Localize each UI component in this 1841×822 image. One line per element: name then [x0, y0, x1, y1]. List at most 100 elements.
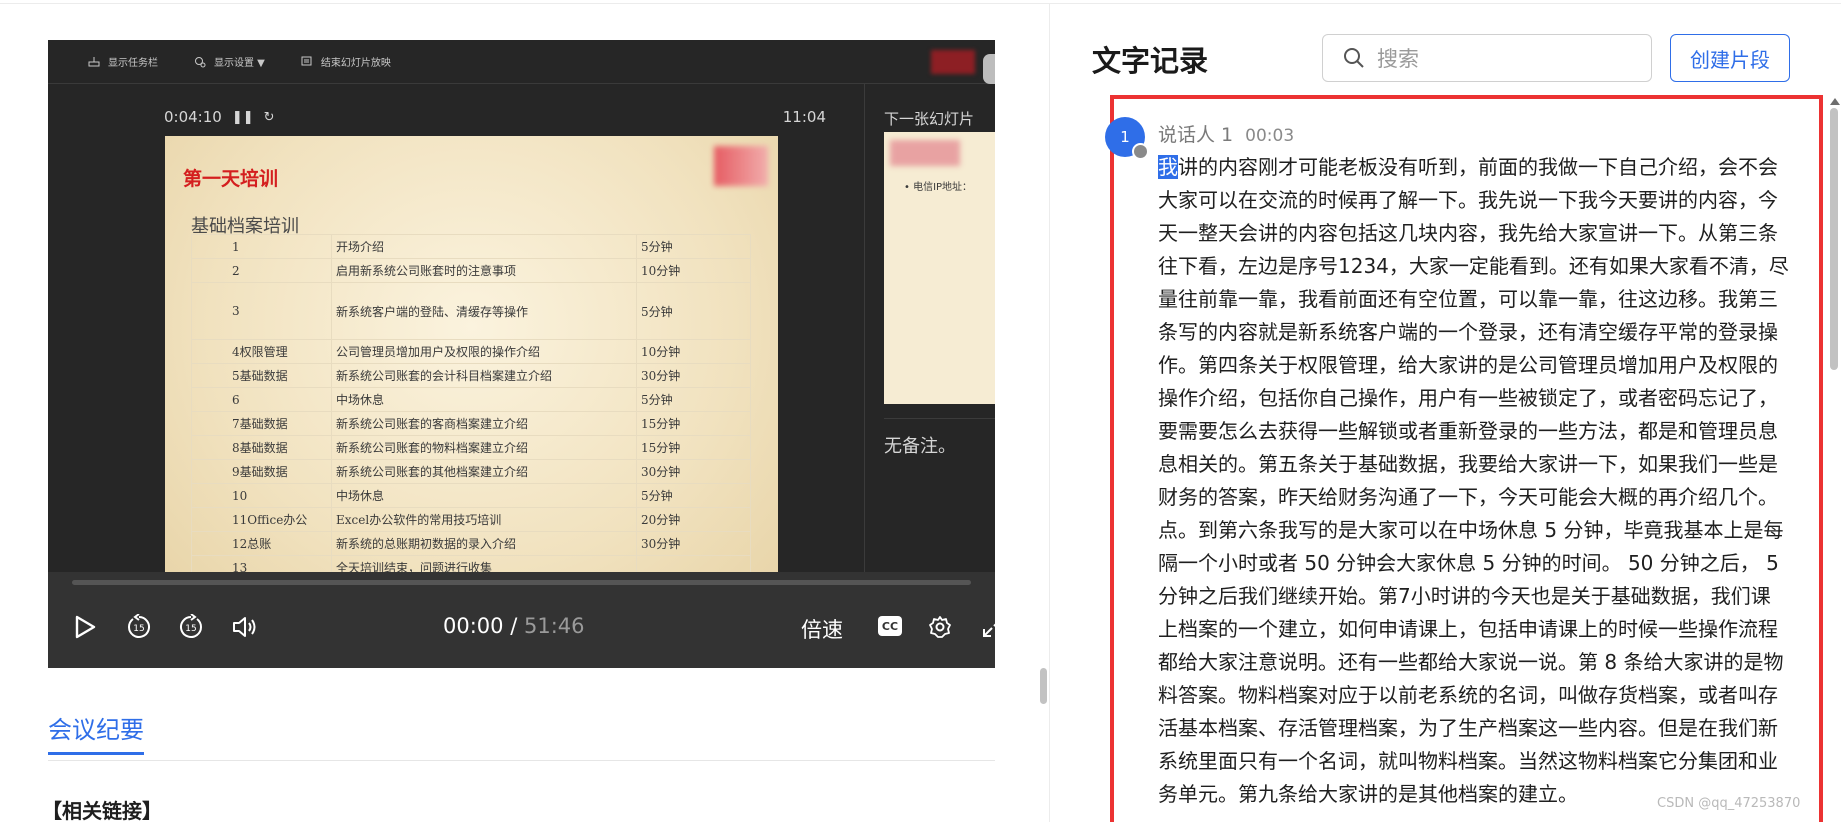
row-topic: 新系统公司账套的会计科目档案建立介绍 — [331, 363, 637, 388]
scroll-up-arrow-icon[interactable] — [1830, 98, 1840, 105]
show-taskbar-label: 显示任务栏 — [108, 58, 158, 69]
rewind-15-button[interactable]: 15 — [122, 610, 156, 644]
slide-decoration — [714, 146, 768, 186]
row-topic: 启用新系统公司账套时的注意事项 — [331, 258, 637, 283]
slide-table-row: 1 开场介绍 5分钟 — [191, 234, 751, 259]
next-slide-decoration — [890, 140, 960, 166]
show-taskbar-button[interactable]: 显示任务栏 — [88, 54, 158, 69]
video-player[interactable]: 显示任务栏 显示设置 ▼ 结束幻灯片放映 0:04:10 ❚❚ ↻ 11:04 … — [48, 40, 995, 668]
row-number: 7基础数据 — [191, 411, 332, 436]
transcript-title: 文字记录 — [1092, 44, 1209, 78]
row-number: 11Office办公 — [191, 507, 332, 532]
row-duration: 10分钟 — [636, 258, 751, 283]
gear-icon — [929, 616, 951, 638]
panel-divider[interactable] — [1049, 4, 1050, 822]
row-duration: 20分钟 — [636, 507, 751, 532]
row-number: 2 — [191, 258, 332, 283]
volume-icon — [233, 617, 256, 637]
row-duration: 15分钟 — [636, 435, 751, 460]
active-tab-indicator — [48, 752, 144, 755]
transcript-body: 讲的内容刚才可能老板没有听到，前面的我做一下自己介绍，会不会大家可以在交流的时候… — [1158, 155, 1789, 806]
watermark: CSDN @qq_47253870 — [1657, 796, 1801, 811]
row-number: 9基础数据 — [191, 459, 332, 484]
row-duration: 5分钟 — [636, 483, 751, 508]
player-controls: 15 15 00:00 / 51:46 倍速 CC — [48, 572, 995, 668]
left-panel-scrollbar[interactable] — [1040, 668, 1047, 704]
subtitles-button[interactable]: CC — [878, 616, 902, 636]
restart-timer-icon[interactable]: ↻ — [264, 110, 275, 125]
tab-meeting-minutes[interactable]: 会议纪要 — [48, 710, 144, 745]
slide-table-row: 10 中场休息 5分钟 — [191, 483, 751, 508]
clock-time: 11:04 — [782, 108, 826, 126]
current-slide: 第一天培训 基础档案培训 1 开场介绍 5分钟 2 启用新系统公司账套时的注意事项 10分… — [165, 136, 778, 612]
notes-divider — [884, 418, 995, 419]
end-slideshow-button[interactable]: 结束幻灯片放映 — [301, 54, 391, 69]
row-number: 3 — [191, 282, 332, 340]
speaker-header: 说话人 1 00:03 — [1158, 120, 1294, 147]
slide-table-row: 11Office办公 Excel办公软件的常用技巧培训 20分钟 — [191, 507, 751, 532]
segment-timestamp[interactable]: 00:03 — [1245, 126, 1294, 146]
search-icon — [1344, 48, 1364, 68]
svg-text:15: 15 — [185, 624, 196, 634]
row-number: 5基础数据 — [191, 363, 332, 388]
end-slideshow-label: 结束幻灯片放映 — [320, 58, 391, 69]
playback-speed-button[interactable]: 倍速 — [801, 614, 843, 644]
next-slide-text: • 电信IP地址： — [904, 182, 973, 193]
slide-table-row: 8基础数据 新系统公司账套的物料档案建立介绍 15分钟 — [191, 435, 751, 460]
playback-time: 00:00 / 51:46 — [443, 614, 585, 638]
row-topic: 中场休息 — [331, 387, 637, 412]
progress-bar[interactable] — [72, 580, 971, 585]
row-number: 6 — [191, 387, 332, 412]
row-topic: 新系统公司账套的客商档案建立介绍 — [331, 411, 637, 436]
speaker-name[interactable]: 说话人 1 — [1158, 124, 1233, 146]
row-topic: 公司管理员增加用户及权限的操作介绍 — [331, 339, 637, 364]
row-number: 12总账 — [191, 531, 332, 556]
slide-table-row: 5基础数据 新系统公司账套的会计科目档案建立介绍 30分钟 — [191, 363, 751, 388]
time-separator: / — [503, 614, 524, 638]
settings-icon — [195, 56, 206, 67]
row-duration: 5分钟 — [636, 282, 751, 340]
display-settings-button[interactable]: 显示设置 ▼ — [194, 54, 265, 69]
rewind-15-icon: 15 — [128, 614, 150, 638]
volume-button[interactable] — [228, 610, 262, 644]
transcript-scrollbar[interactable] — [1830, 108, 1838, 370]
slide-table-row: 6 中场休息 5分钟 — [191, 387, 751, 412]
elapsed-time: 0:04:10 — [164, 108, 222, 126]
slide-table-row: 12总账 新系统的总账期初数据的录入介绍 30分钟 — [191, 531, 751, 556]
slide-schedule-table: 1 开场介绍 5分钟 2 启用新系统公司账套时的注意事项 10分钟 3 新系统客户端的登陆、清… — [191, 234, 751, 580]
create-clip-button[interactable]: 创建片段 — [1670, 34, 1790, 82]
row-topic: 新系统客户端的登陆、清缓存等操作 — [331, 282, 637, 340]
row-number: 1 — [191, 234, 332, 259]
fullscreen-icon — [983, 617, 995, 637]
top-border — [0, 0, 1841, 4]
slide-table-row: 2 启用新系统公司账套时的注意事项 10分钟 — [191, 258, 751, 283]
speaker-notes: 无备注。 — [884, 436, 956, 457]
search-input[interactable]: 搜索 — [1322, 34, 1652, 82]
row-topic: 中场休息 — [331, 483, 637, 508]
related-links-heading: 【相关链接】 — [42, 799, 162, 822]
transcript-text[interactable]: 我讲的内容刚才可能老板没有听到，前面的我做一下自己介绍，会不会大家可以在交流的时… — [1158, 151, 1790, 817]
row-duration: 15分钟 — [636, 411, 751, 436]
slide-table-row: 7基础数据 新系统公司账套的客商档案建立介绍 15分钟 — [191, 411, 751, 436]
pause-timer-icon[interactable]: ❚❚ — [232, 110, 254, 125]
settings-button[interactable] — [923, 610, 957, 644]
presenter-handle[interactable] — [983, 54, 995, 84]
row-topic: Excel办公软件的常用技巧培训 — [331, 507, 637, 532]
row-duration: 30分钟 — [636, 363, 751, 388]
row-number: 8基础数据 — [191, 435, 332, 460]
tab-bar-divider — [48, 760, 995, 761]
play-icon — [75, 615, 96, 639]
slide-table-row: 3 新系统客户端的登陆、清缓存等操作 5分钟 — [191, 282, 751, 340]
row-duration: 5分钟 — [636, 234, 751, 259]
display-settings-label: 显示设置 ▼ — [214, 58, 265, 69]
row-topic: 新系统的总账期初数据的录入介绍 — [331, 531, 637, 556]
row-duration: 30分钟 — [636, 459, 751, 484]
end-slideshow-icon — [301, 56, 312, 65]
presenter-side-divider — [864, 84, 865, 614]
play-button[interactable] — [68, 610, 102, 644]
row-duration: 5分钟 — [636, 387, 751, 412]
edit-speaker-icon[interactable] — [1132, 143, 1149, 160]
forward-15-button[interactable]: 15 — [174, 610, 208, 644]
fullscreen-button[interactable] — [976, 610, 995, 644]
total-duration: 51:46 — [523, 614, 585, 638]
